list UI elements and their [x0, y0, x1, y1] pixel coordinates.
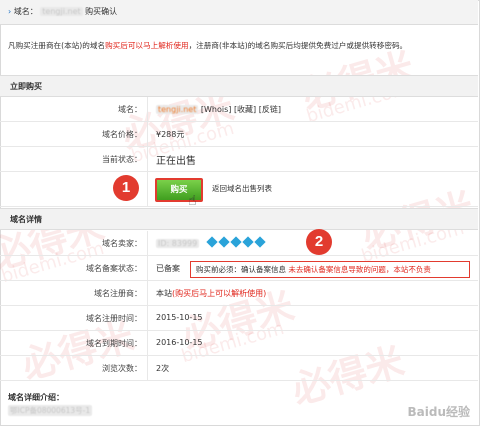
filing-notice-box: 购买前必须：确认备案信息 未去确认备案信息导致的问题，本站不负责 [190, 261, 470, 278]
views-value: 2次 [156, 364, 170, 373]
views-row: 浏览次数： 2次 [0, 356, 478, 381]
exp-date-label: 域名到期时间： [86, 339, 142, 348]
seller-id: ID: 83999 [156, 239, 200, 248]
intro-title: 域名详细介绍： [8, 393, 64, 402]
reg-date-row: 域名注册时间： 2015-10-15 [0, 306, 478, 331]
purchase-notice: 凡购买注册商在(本站)的域名购买后可以马上解析使用，注册商(非本站)的域名购买后… [8, 40, 407, 51]
title-domain-value: tengji.net [40, 7, 83, 16]
diamond-icon [230, 236, 242, 248]
domain-name: tengji.net [156, 105, 199, 114]
price-label: 域名价格： [102, 130, 142, 139]
status-row: 当前状态： 正在出售 [0, 147, 478, 172]
diamond-icon [254, 236, 266, 248]
seller-label: 域名卖家： [102, 239, 142, 248]
hand-cursor-icon: ☝ [188, 193, 197, 209]
domain-value: tengji.net [Whois] [收藏] [反链] [156, 104, 281, 115]
step-1-marker: 1 [113, 175, 139, 201]
domain-row: 域名： tengji.net [Whois] [收藏] [反链] [0, 97, 478, 122]
filing-label: 域名备案状态： [86, 264, 142, 273]
status-value: 正在出售 [156, 156, 196, 167]
notice-highlight: 购买后可以马上解析使用 [105, 41, 189, 50]
filing-value[interactable]: 已备案 [156, 263, 180, 274]
registrar-label: 域名注册商： [94, 289, 142, 298]
back-to-list-link[interactable]: 返回域名出售列表 [212, 183, 272, 194]
arrow-icon: › [8, 7, 12, 16]
title-domain-label: 域名： [13, 7, 38, 16]
seller-value: ID: 83999 [156, 236, 268, 248]
filing-notice-prefix: 购买前必须：确认备案信息 [196, 265, 286, 274]
views-label: 浏览次数： [102, 364, 142, 373]
backlink-link[interactable]: [反链] [259, 105, 281, 114]
baidu-watermark: Baidu经验 [407, 405, 471, 419]
diamond-icon [242, 236, 254, 248]
reg-date-label: 域名注册时间： [86, 314, 142, 323]
details-section-header: 域名详情 [0, 208, 478, 230]
whois-link[interactable]: [Whois] [201, 105, 232, 114]
domain-label: 域名： [118, 105, 142, 114]
notice-text: 凡购买注册商在(本站)的域名 [8, 41, 106, 50]
price-value: ¥288元 [156, 130, 185, 139]
price-row: 域名价格： ¥288元 [0, 122, 478, 147]
favorite-link[interactable]: [收藏] [234, 105, 256, 114]
status-label: 当前状态： [102, 155, 142, 164]
registrar-value: 本站(购买后马上可以解析使用) [156, 288, 266, 299]
intro-text: 鄂ICP备08000613号-1 [8, 405, 93, 416]
notice-text-2: ，注册商(非本站)的域名购买后均提供免费过户或提供转移密码。 [188, 41, 408, 50]
details-section-title: 域名详情 [10, 215, 42, 224]
exp-date-value: 2016-10-15 [156, 338, 203, 347]
title-bar: › 域名： tengji.net 购买确认 [0, 0, 478, 25]
diamond-icon [218, 236, 230, 248]
buy-section-header: 立即购买 [0, 75, 478, 97]
seller-rating [206, 236, 268, 248]
step-2-marker: 2 [306, 229, 332, 255]
registrar-note: (购买后马上可以解析使用) [172, 289, 267, 298]
intro-value: 鄂ICP备08000613号-1 [8, 405, 93, 416]
filing-notice-warning: 未去确认备案信息导致的问题，本站不负责 [288, 265, 431, 274]
diamond-icon [206, 236, 218, 248]
registrar-name: 本站 [156, 289, 172, 298]
reg-date-value: 2015-10-15 [156, 313, 203, 322]
buy-section-title: 立即购买 [10, 82, 42, 91]
title-text: › 域名： tengji.net 购买确认 [8, 6, 117, 17]
filing-notice-text: 购买前必须：确认备案信息 未去确认备案信息导致的问题，本站不负责 [196, 264, 431, 275]
registrar-row: 域名注册商： 本站(购买后马上可以解析使用) [0, 281, 478, 306]
seller-row: 域名卖家： ID: 83999 [0, 231, 478, 256]
exp-date-row: 域名到期时间： 2016-10-15 [0, 331, 478, 356]
title-suffix: 购买确认 [85, 7, 118, 16]
